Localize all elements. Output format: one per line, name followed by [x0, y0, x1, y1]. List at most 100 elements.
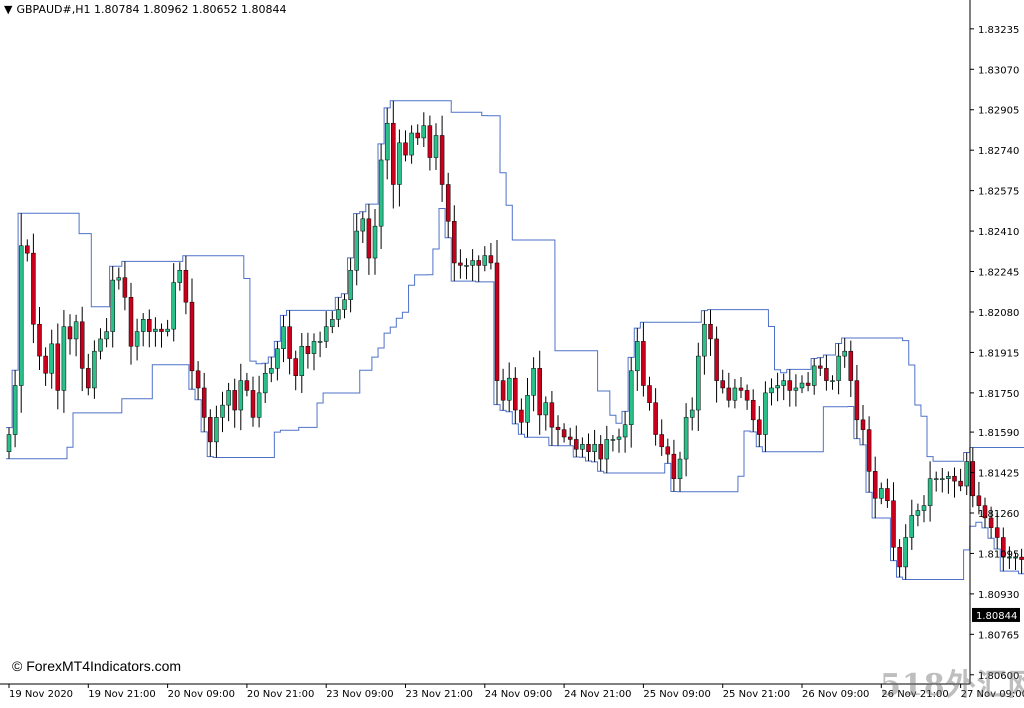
- candle-body-bull: [635, 341, 640, 372]
- candle-body-bear: [37, 323, 42, 357]
- candle-body-bear: [1019, 556, 1024, 560]
- candle-body-bull: [769, 387, 774, 394]
- y-tick-label: 1.82410: [978, 227, 1019, 238]
- candle-body-bear: [208, 417, 213, 443]
- y-tick-label: 1.81750: [978, 389, 1019, 400]
- candle-body-bear: [744, 390, 750, 401]
- current-price-label: 1.80844: [976, 611, 1017, 622]
- candle-body-bull: [281, 326, 286, 349]
- y-tick-label: 1.80765: [978, 630, 1019, 641]
- candle-body-bull: [73, 321, 79, 340]
- candle-body-bear: [415, 132, 420, 139]
- candle-body-bear: [854, 380, 860, 421]
- candle-body-bull: [6, 434, 12, 452]
- candle-body-bull: [384, 122, 390, 161]
- dropdown-triangle-icon[interactable]: ▼: [4, 3, 12, 16]
- x-tick-label: 23 Nov 21:00: [406, 689, 473, 700]
- candle-body-bear: [567, 436, 573, 440]
- y-tick-label: 1.82080: [978, 308, 1019, 319]
- candle-body-bull: [153, 328, 158, 332]
- candle-body-bull: [830, 380, 835, 382]
- candle-body-bear: [31, 252, 36, 325]
- candle-body-bear: [866, 429, 872, 472]
- candle-body-bear: [55, 343, 61, 391]
- y-tick-label: 1.82245: [978, 268, 1019, 279]
- candle-body-bull: [61, 326, 67, 391]
- candle-body-bull: [354, 230, 359, 271]
- candle-body-bear: [159, 328, 164, 332]
- candle-body-bull: [793, 387, 799, 391]
- candle-body-bear: [665, 446, 671, 455]
- candle-body-bear: [970, 461, 976, 497]
- candle-body-bear: [79, 321, 85, 369]
- candle-body-bull: [378, 159, 384, 227]
- candle-body-bull: [299, 346, 305, 376]
- candle-body-bear: [738, 387, 744, 391]
- candle-body-bull: [616, 436, 622, 440]
- chart-frame[interactable]: 1.83235 1.83070 1.82905 1.82740 1.82575 1.824…: [0, 0, 1024, 704]
- candle-body-bear: [549, 402, 555, 428]
- price-chart[interactable]: 1.83235 1.83070 1.82905 1.82740 1.82575 1.824…: [0, 0, 1024, 704]
- x-tick-label: 20 Nov 09:00: [168, 689, 235, 700]
- candle-body-bull: [543, 402, 549, 416]
- candle-body-bear: [476, 260, 481, 266]
- candle-body-bull: [610, 439, 616, 441]
- candle-body-bear: [403, 142, 408, 156]
- candle-body-bull: [317, 341, 323, 343]
- candle-body-bear: [122, 277, 128, 298]
- candle-body-bull: [220, 404, 225, 418]
- candle-body-bear: [439, 135, 445, 185]
- candle-body-bull: [525, 395, 530, 423]
- x-tick-label: 20 Nov 21:00: [247, 689, 314, 700]
- candle-body-bull: [140, 319, 146, 332]
- candle-body-bear: [458, 262, 463, 266]
- candle-body-bear: [519, 409, 524, 423]
- candle-body-bull: [49, 343, 54, 374]
- candle-body-bear: [714, 338, 719, 381]
- candle-body-bull: [116, 277, 122, 281]
- candle-body-bear: [994, 527, 1000, 538]
- candle-body-bull: [98, 338, 103, 352]
- candle-body-bull: [336, 309, 341, 320]
- candle-body-bull: [256, 392, 262, 418]
- candle-body-bull: [214, 417, 219, 443]
- candle-body-bear: [671, 453, 677, 479]
- candle-body-bull: [330, 319, 335, 327]
- x-tick-label: 24 Nov 21:00: [564, 689, 631, 700]
- x-tick-label: 24 Nov 09:00: [485, 689, 552, 700]
- x-tick-label: 23 Nov 09:00: [326, 689, 393, 700]
- candle-body-bull: [836, 355, 841, 381]
- candle-body-bear: [232, 390, 237, 411]
- candle-body-bull: [696, 355, 701, 411]
- y-tick-label: 1.82575: [978, 187, 1019, 198]
- candle-body-bear: [726, 387, 732, 401]
- candle-body-bull: [226, 390, 231, 406]
- candle-body-bear: [958, 480, 963, 487]
- ohlc-low: 1.80652: [192, 3, 238, 16]
- candle-body-bull: [433, 135, 439, 158]
- candle-body-bull: [421, 125, 427, 139]
- candle-body-bull: [964, 461, 969, 487]
- candle-body-bull: [409, 132, 414, 156]
- candle-body-bull: [946, 475, 951, 479]
- copyright-text: © ForexMT4Indicators.com: [12, 658, 182, 674]
- candle-body-bull: [689, 409, 695, 418]
- candle-body-bull: [238, 380, 244, 411]
- watermark-logo: 518外汇网: [880, 668, 1024, 703]
- candle-body-bull: [342, 299, 347, 310]
- candle-body-bear: [586, 444, 591, 452]
- candle-body-bull: [604, 439, 610, 460]
- candle-body-bull: [879, 488, 884, 499]
- candle: [494, 239, 500, 405]
- x-tick-label: 26 Nov 09:00: [802, 689, 869, 700]
- candle-body-bear: [872, 471, 878, 499]
- y-tick-label: 1.80930: [978, 590, 1019, 601]
- candle-body-bull: [940, 478, 945, 480]
- y-tick-label: 1.81590: [978, 428, 1019, 439]
- candle-body-bull: [763, 392, 768, 435]
- candle-body-bear: [885, 488, 890, 501]
- symbol-label: GBPAUD#,H1: [16, 3, 91, 16]
- candle-body-bear: [860, 419, 866, 430]
- candle-body-bear: [293, 358, 298, 376]
- candle-body-bear: [391, 122, 396, 185]
